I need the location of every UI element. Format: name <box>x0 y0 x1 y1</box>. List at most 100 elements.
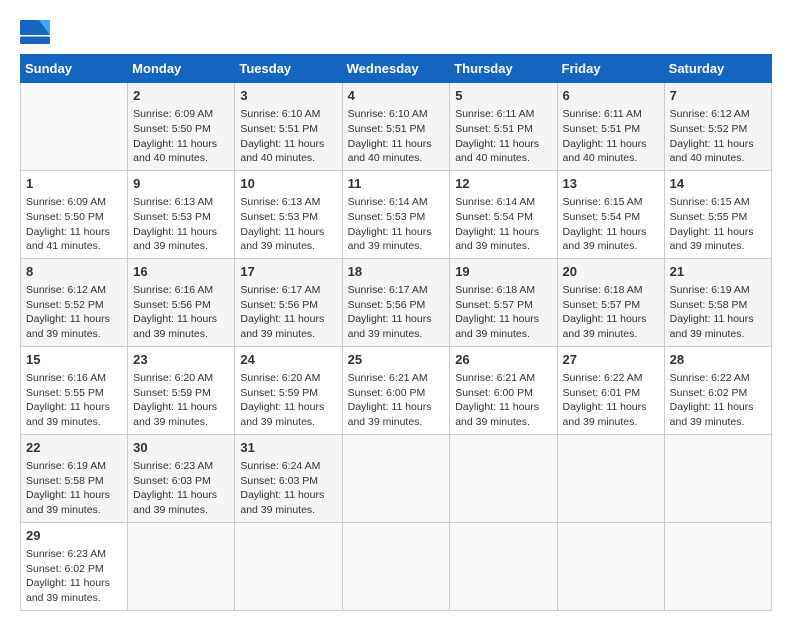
day-number: 13 <box>563 175 659 193</box>
day-content: Daylight: 11 hours <box>670 400 766 415</box>
day-content: Sunrise: 6:18 AM <box>455 283 551 298</box>
day-number: 19 <box>455 263 551 281</box>
day-content: Sunset: 5:51 PM <box>348 122 445 137</box>
day-content: Sunset: 6:01 PM <box>563 386 659 401</box>
day-content: Sunset: 5:53 PM <box>133 210 229 225</box>
day-number: 21 <box>670 263 766 281</box>
day-content: Daylight: 11 hours <box>670 137 766 152</box>
calendar-header-tuesday: Tuesday <box>235 55 342 83</box>
calendar-cell <box>21 83 128 171</box>
calendar-cell: 9Sunrise: 6:13 AMSunset: 5:53 PMDaylight… <box>128 170 235 258</box>
day-number: 6 <box>563 87 659 105</box>
day-content: Sunset: 5:56 PM <box>133 298 229 313</box>
calendar-cell: 8Sunrise: 6:12 AMSunset: 5:52 PMDaylight… <box>21 258 128 346</box>
day-content: Sunrise: 6:20 AM <box>133 371 229 386</box>
day-content: Sunrise: 6:14 AM <box>348 195 445 210</box>
day-number: 20 <box>563 263 659 281</box>
calendar-header-row: SundayMondayTuesdayWednesdayThursdayFrid… <box>21 55 772 83</box>
day-content: Sunrise: 6:23 AM <box>133 459 229 474</box>
day-content: Sunrise: 6:19 AM <box>670 283 766 298</box>
day-content: Daylight: 11 hours <box>133 225 229 240</box>
calendar-cell <box>235 522 342 610</box>
calendar-cell: 3Sunrise: 6:10 AMSunset: 5:51 PMDaylight… <box>235 83 342 171</box>
day-content: Sunset: 6:03 PM <box>240 474 336 489</box>
day-content: Sunset: 5:52 PM <box>670 122 766 137</box>
day-content: Daylight: 11 hours <box>26 225 122 240</box>
day-number: 16 <box>133 263 229 281</box>
day-number: 23 <box>133 351 229 369</box>
calendar-header-thursday: Thursday <box>450 55 557 83</box>
day-content: Sunrise: 6:23 AM <box>26 547 122 562</box>
day-number: 10 <box>240 175 336 193</box>
day-content: Sunset: 5:51 PM <box>455 122 551 137</box>
calendar-cell: 30Sunrise: 6:23 AMSunset: 6:03 PMDayligh… <box>128 434 235 522</box>
day-content: Sunrise: 6:22 AM <box>670 371 766 386</box>
day-content: Daylight: 11 hours <box>455 312 551 327</box>
day-number: 15 <box>26 351 122 369</box>
day-content: and 39 minutes. <box>240 503 336 518</box>
calendar-cell: 1Sunrise: 6:09 AMSunset: 5:50 PMDaylight… <box>21 170 128 258</box>
day-content: and 39 minutes. <box>563 239 659 254</box>
day-number: 30 <box>133 439 229 457</box>
day-content: and 39 minutes. <box>133 239 229 254</box>
day-content: Daylight: 11 hours <box>455 137 551 152</box>
day-content: Daylight: 11 hours <box>670 225 766 240</box>
calendar-cell: 20Sunrise: 6:18 AMSunset: 5:57 PMDayligh… <box>557 258 664 346</box>
calendar-cell: 16Sunrise: 6:16 AMSunset: 5:56 PMDayligh… <box>128 258 235 346</box>
calendar-week-row: 8Sunrise: 6:12 AMSunset: 5:52 PMDaylight… <box>21 258 772 346</box>
calendar-cell: 23Sunrise: 6:20 AMSunset: 5:59 PMDayligh… <box>128 346 235 434</box>
calendar-cell <box>557 522 664 610</box>
day-number: 8 <box>26 263 122 281</box>
day-content: Daylight: 11 hours <box>563 312 659 327</box>
day-content: and 39 minutes. <box>348 327 445 342</box>
day-content: and 39 minutes. <box>26 503 122 518</box>
day-content: Sunrise: 6:16 AM <box>26 371 122 386</box>
day-content: Sunset: 5:53 PM <box>240 210 336 225</box>
day-content: Daylight: 11 hours <box>670 312 766 327</box>
day-content: Daylight: 11 hours <box>240 312 336 327</box>
calendar-header-saturday: Saturday <box>664 55 771 83</box>
day-content: Sunset: 5:56 PM <box>240 298 336 313</box>
day-content: Daylight: 11 hours <box>563 400 659 415</box>
day-content: Sunrise: 6:16 AM <box>133 283 229 298</box>
day-content: Sunrise: 6:21 AM <box>348 371 445 386</box>
day-content: Sunrise: 6:11 AM <box>563 107 659 122</box>
day-content: and 39 minutes. <box>240 415 336 430</box>
day-content: Sunrise: 6:18 AM <box>563 283 659 298</box>
day-content: Sunrise: 6:13 AM <box>133 195 229 210</box>
day-content: and 39 minutes. <box>563 415 659 430</box>
day-content: Sunset: 5:59 PM <box>240 386 336 401</box>
day-content: Sunset: 6:00 PM <box>348 386 445 401</box>
day-content: and 39 minutes. <box>455 327 551 342</box>
day-content: and 40 minutes. <box>455 151 551 166</box>
day-content: Sunrise: 6:12 AM <box>26 283 122 298</box>
day-content: and 39 minutes. <box>670 415 766 430</box>
day-content: Daylight: 11 hours <box>26 488 122 503</box>
calendar-cell: 5Sunrise: 6:11 AMSunset: 5:51 PMDaylight… <box>450 83 557 171</box>
day-content: Sunrise: 6:21 AM <box>455 371 551 386</box>
day-content: and 40 minutes. <box>133 151 229 166</box>
day-content: Sunrise: 6:24 AM <box>240 459 336 474</box>
day-content: Daylight: 11 hours <box>455 225 551 240</box>
day-content: Daylight: 11 hours <box>133 137 229 152</box>
day-content: Sunset: 5:51 PM <box>563 122 659 137</box>
calendar-cell: 12Sunrise: 6:14 AMSunset: 5:54 PMDayligh… <box>450 170 557 258</box>
day-content: Daylight: 11 hours <box>26 312 122 327</box>
day-content: Daylight: 11 hours <box>348 137 445 152</box>
day-content: and 39 minutes. <box>240 327 336 342</box>
day-content: Daylight: 11 hours <box>26 576 122 591</box>
day-content: Sunrise: 6:13 AM <box>240 195 336 210</box>
day-content: Sunrise: 6:22 AM <box>563 371 659 386</box>
calendar-header-wednesday: Wednesday <box>342 55 450 83</box>
day-content: and 39 minutes. <box>670 327 766 342</box>
day-content: and 39 minutes. <box>133 503 229 518</box>
day-content: Daylight: 11 hours <box>240 488 336 503</box>
calendar-cell: 18Sunrise: 6:17 AMSunset: 5:56 PMDayligh… <box>342 258 450 346</box>
calendar-cell: 13Sunrise: 6:15 AMSunset: 5:54 PMDayligh… <box>557 170 664 258</box>
calendar-week-row: 2Sunrise: 6:09 AMSunset: 5:50 PMDaylight… <box>21 83 772 171</box>
day-content: Daylight: 11 hours <box>26 400 122 415</box>
day-content: Sunset: 5:55 PM <box>670 210 766 225</box>
day-number: 5 <box>455 87 551 105</box>
day-content: Sunset: 5:50 PM <box>26 210 122 225</box>
day-content: and 39 minutes. <box>348 415 445 430</box>
